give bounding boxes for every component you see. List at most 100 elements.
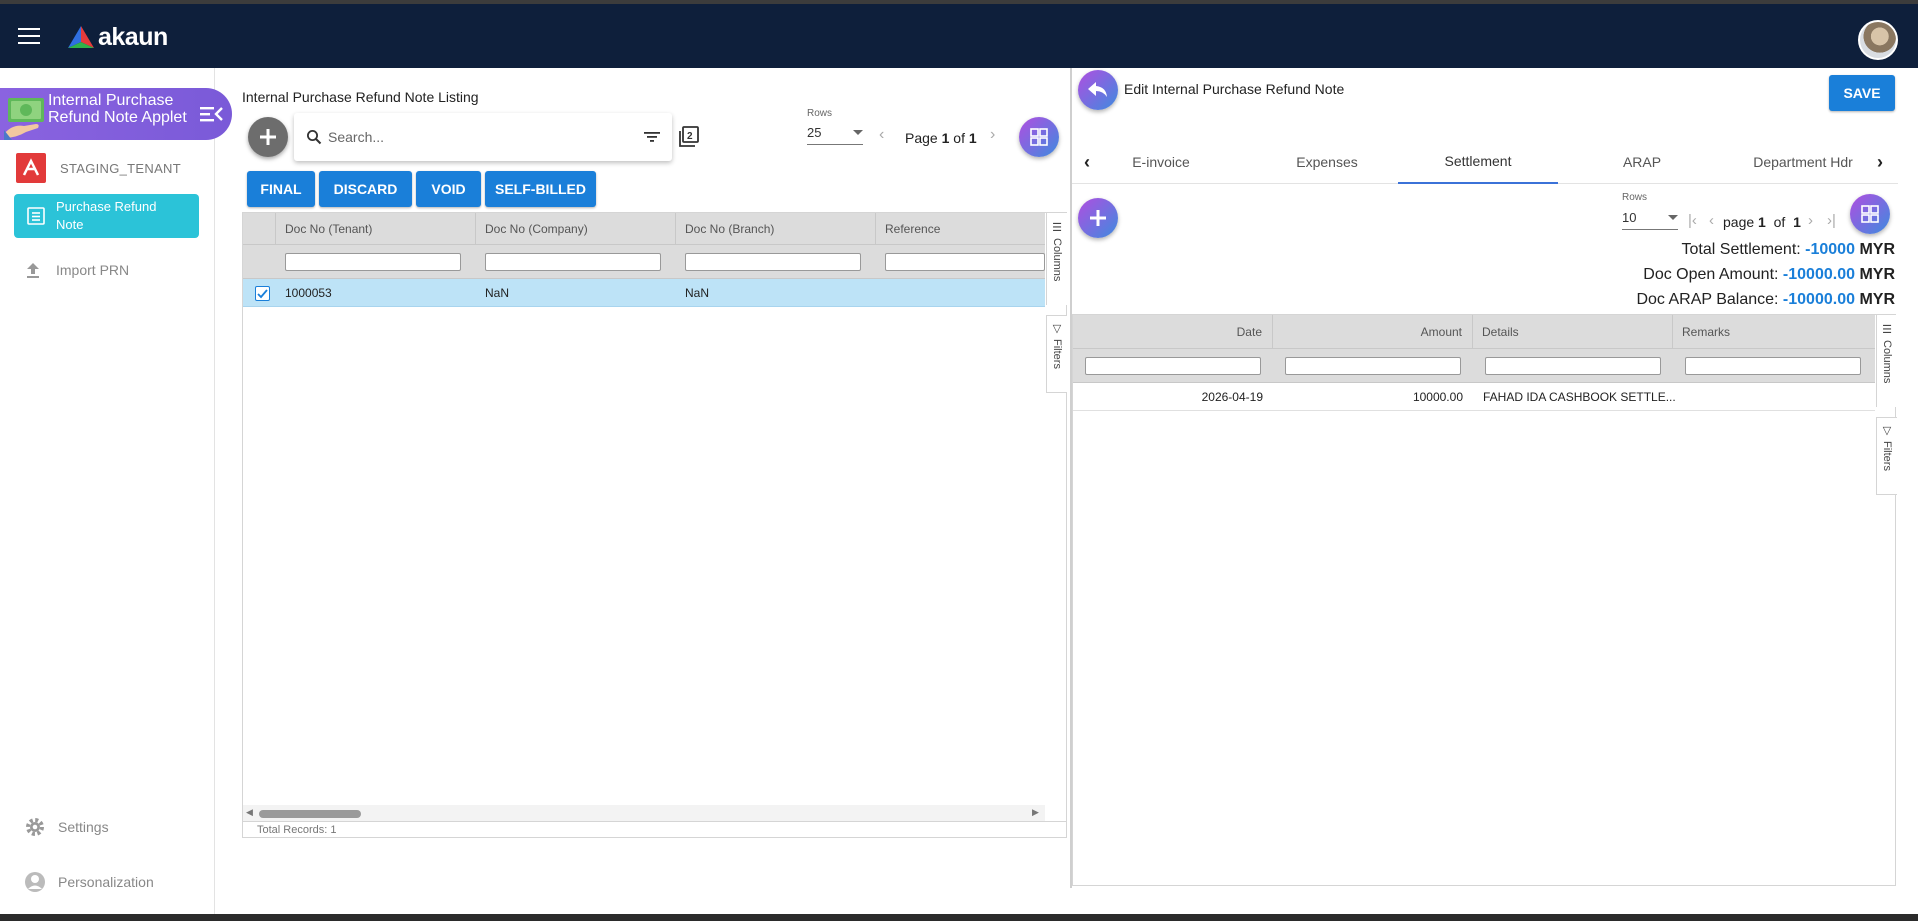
table-row[interactable]: 2026-04-19 10000.00 FAHAD IDA CASHBOOK S… bbox=[1073, 383, 1875, 411]
void-button[interactable]: VOID bbox=[416, 171, 481, 207]
cell-doc-no-tenant: 1000053 bbox=[285, 286, 332, 300]
settlement-grid: Date Amount Details Remarks 2026-04-19 1… bbox=[1072, 314, 1897, 886]
sidebar-item-import-prn[interactable]: Import PRN bbox=[24, 258, 129, 282]
grid-icon bbox=[1861, 205, 1879, 223]
scroll-left-icon[interactable]: ◀ bbox=[246, 807, 253, 818]
column-header[interactable]: Doc No (Tenant) bbox=[276, 213, 476, 245]
plus-icon bbox=[260, 129, 276, 145]
pager-of: of bbox=[1773, 214, 1786, 230]
doc-arap-balance: Doc ARAP Balance: -10000.00 MYR bbox=[1636, 291, 1895, 309]
brand-logo[interactable]: akaun bbox=[68, 22, 168, 52]
column-header[interactable]: Date bbox=[1073, 315, 1273, 349]
column-filter-input[interactable] bbox=[685, 253, 861, 271]
column-filter-input[interactable] bbox=[485, 253, 661, 271]
sidebar-item-label: Personalization bbox=[58, 874, 154, 890]
pager-page: 1 bbox=[1758, 214, 1766, 230]
column-filter-input[interactable] bbox=[285, 253, 461, 271]
prev-page-icon[interactable]: ‹ bbox=[879, 126, 884, 144]
row-checkbox[interactable] bbox=[255, 286, 270, 301]
columns-icon: ☰ bbox=[1050, 221, 1063, 234]
add-button[interactable] bbox=[248, 117, 288, 157]
pager-of: of bbox=[953, 130, 965, 146]
summary-label: Doc ARAP Balance: bbox=[1636, 291, 1779, 308]
columns-tool-panel-toggle[interactable]: ☰ Columns bbox=[1876, 315, 1897, 407]
tab-bar: ‹ E-invoice Expenses Settlement ARAP Dep… bbox=[1072, 140, 1898, 184]
scrollbar-thumb[interactable] bbox=[259, 810, 361, 818]
rows-per-page-select[interactable]: 10 bbox=[1622, 206, 1678, 230]
summary-currency: MYR bbox=[1859, 241, 1895, 258]
total-settlement: Total Settlement: -10000 MYR bbox=[1682, 241, 1895, 259]
column-header[interactable]: Remarks bbox=[1673, 315, 1875, 349]
filters-tool-panel-toggle[interactable]: ▽ Filters bbox=[1046, 315, 1067, 393]
grid-filter-row bbox=[1073, 349, 1875, 383]
filters-tool-panel-toggle[interactable]: ▽ Filters bbox=[1876, 417, 1897, 495]
add-settlement-button[interactable] bbox=[1078, 198, 1118, 238]
next-page-icon[interactable]: › bbox=[990, 126, 995, 144]
user-avatar[interactable] bbox=[1858, 20, 1898, 60]
tenant-logo-icon bbox=[16, 153, 46, 183]
column-header[interactable]: Doc No (Company) bbox=[476, 213, 676, 245]
next-page-icon[interactable]: › bbox=[1808, 212, 1813, 229]
plus-icon bbox=[1090, 210, 1106, 226]
column-filter-input[interactable] bbox=[1485, 357, 1661, 375]
rows-per-page-select[interactable]: 25 bbox=[807, 121, 863, 145]
tab-department-hdr[interactable]: Department Hdr bbox=[1732, 140, 1874, 184]
column-filter-input[interactable] bbox=[1685, 357, 1861, 375]
search-box bbox=[294, 113, 672, 161]
column-filter-input[interactable] bbox=[885, 253, 1045, 271]
sidebar-item-settings[interactable]: Settings bbox=[24, 815, 109, 839]
column-header[interactable]: Reference bbox=[876, 213, 1045, 245]
sidebar: Internal Purchase Refund Note Applet STA… bbox=[0, 68, 232, 914]
tab-scroll-left-icon[interactable]: ‹ bbox=[1084, 152, 1090, 173]
summary-value: -10000.00 bbox=[1782, 266, 1855, 283]
final-button[interactable]: FINAL bbox=[247, 171, 315, 207]
filters-tool-label: Filters bbox=[1881, 441, 1893, 471]
table-row[interactable]: 1000053 NaN NaN bbox=[243, 279, 1045, 307]
pager-label: Page 1 of 1 bbox=[905, 130, 977, 146]
doc-open-amount: Doc Open Amount: -10000.00 MYR bbox=[1643, 266, 1895, 284]
cell-date: 2026-04-19 bbox=[1201, 390, 1263, 404]
sidebar-item-personalization[interactable]: Personalization bbox=[24, 870, 154, 894]
search-input[interactable] bbox=[328, 129, 628, 145]
grid-view-button[interactable] bbox=[1019, 117, 1059, 157]
gear-icon bbox=[26, 818, 44, 836]
first-page-icon[interactable]: |‹ bbox=[1688, 212, 1697, 229]
copy-icon[interactable]: 2 bbox=[677, 126, 699, 148]
summary-currency: MYR bbox=[1859, 266, 1895, 283]
grid-view-button[interactable] bbox=[1850, 194, 1890, 234]
rows-value: 25 bbox=[807, 125, 822, 140]
columns-tool-panel-toggle[interactable]: ☰ Columns bbox=[1046, 213, 1067, 305]
tab-e-invoice[interactable]: E-invoice bbox=[1106, 140, 1216, 184]
summary-label: Total Settlement: bbox=[1681, 241, 1801, 258]
tab-arap[interactable]: ARAP bbox=[1592, 140, 1692, 184]
prev-page-icon[interactable]: ‹ bbox=[1709, 212, 1714, 229]
menu-icon[interactable] bbox=[18, 28, 40, 44]
column-header[interactable]: Details bbox=[1473, 315, 1673, 349]
filter-icon[interactable] bbox=[644, 130, 660, 144]
brand-name: akaun bbox=[98, 22, 168, 51]
back-button[interactable] bbox=[1078, 70, 1118, 110]
pager-total: 1 bbox=[1793, 214, 1801, 230]
top-app-bar: akaun bbox=[0, 4, 1918, 68]
tenant-selector[interactable]: STAGING_TENANT bbox=[16, 152, 206, 184]
summary-value: -10000 bbox=[1805, 241, 1855, 258]
self-billed-button[interactable]: SELF-BILLED bbox=[485, 171, 596, 207]
column-filter-input[interactable] bbox=[1285, 357, 1461, 375]
column-header[interactable]: Doc No (Branch) bbox=[676, 213, 876, 245]
sidebar-item-purchase-refund-note[interactable]: Purchase Refund Note bbox=[14, 194, 199, 238]
tab-expenses[interactable]: Expenses bbox=[1262, 140, 1392, 184]
column-filter-input[interactable] bbox=[1085, 357, 1261, 375]
last-page-icon[interactable]: ›| bbox=[1827, 212, 1836, 229]
tab-scroll-right-icon[interactable]: › bbox=[1877, 152, 1883, 173]
tab-settlement[interactable]: Settlement bbox=[1398, 140, 1558, 184]
column-header[interactable]: Amount bbox=[1273, 315, 1473, 349]
horizontal-scrollbar[interactable]: ◀ ▶ bbox=[243, 805, 1045, 821]
listing-grid: Doc No (Tenant) Doc No (Company) Doc No … bbox=[242, 212, 1067, 838]
scroll-right-icon[interactable]: ▶ bbox=[1032, 807, 1039, 818]
reply-arrow-icon bbox=[1088, 82, 1107, 97]
pager-prefix: page bbox=[1723, 214, 1755, 230]
save-button[interactable]: SAVE bbox=[1829, 75, 1895, 111]
discard-button[interactable]: DISCARD bbox=[319, 171, 412, 207]
cell-details: FAHAD IDA CASHBOOK SETTLE... bbox=[1483, 390, 1676, 404]
collapse-menu-icon[interactable] bbox=[198, 102, 224, 126]
